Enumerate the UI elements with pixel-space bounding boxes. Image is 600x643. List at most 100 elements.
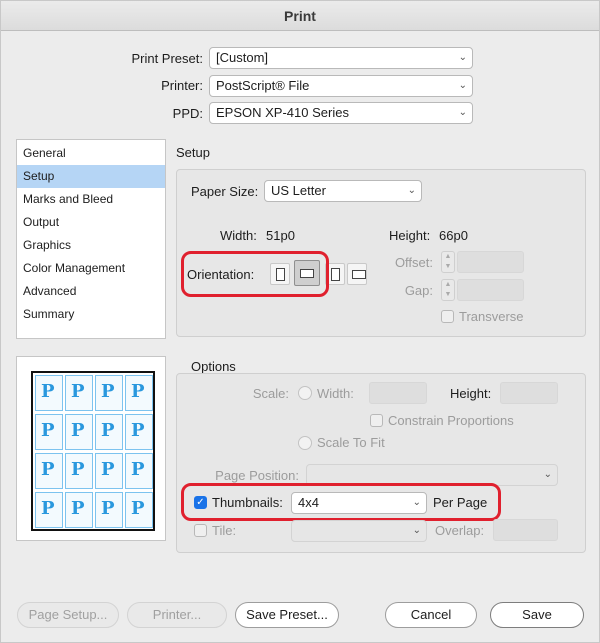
sidebar-item-advanced[interactable]: Advanced — [17, 280, 165, 303]
chevron-down-icon: ⌄ — [407, 185, 416, 196]
paper-size-label: Paper Size: — [191, 184, 259, 199]
sidebar-item-summary[interactable]: Summary — [17, 303, 165, 326]
thumbnail-glyph: P — [41, 498, 55, 519]
offset-field — [457, 251, 524, 273]
tile-select: ⌄ — [291, 520, 427, 542]
scale-width-radio — [298, 386, 312, 400]
thumbnail-glyph: P — [101, 459, 115, 480]
gap-stepper: ▲ ▼ — [441, 279, 455, 301]
chevron-down-icon: ⌄ — [458, 52, 467, 63]
chevron-down-icon: ⌄ — [543, 469, 552, 480]
ppd-select[interactable]: EPSON XP-410 Series ⌄ — [209, 102, 473, 124]
scale-width-label: Width: — [317, 386, 354, 401]
preview-thumbnail: P — [65, 453, 93, 489]
reverse-portrait-icon — [331, 268, 340, 281]
thumbnail-glyph: P — [41, 420, 55, 441]
thumbnail-glyph: P — [101, 381, 115, 402]
thumbnail-glyph: P — [131, 459, 145, 480]
print-preset-label: Print Preset: — [131, 51, 203, 66]
printer-button[interactable]: Printer... — [127, 602, 227, 628]
thumbnail-glyph: P — [41, 381, 55, 402]
paper-size-select[interactable]: US Letter ⌄ — [264, 180, 422, 202]
printer-value: PostScript® File — [216, 78, 310, 93]
preview-thumbnail: P — [35, 453, 63, 489]
options-heading: Options — [191, 359, 236, 374]
preview-thumbnail: P — [95, 375, 123, 411]
thumbnail-glyph: P — [131, 420, 145, 441]
preview-thumbnail: P — [35, 414, 63, 450]
chevron-down-icon: ⌄ — [412, 525, 421, 536]
scale-height-label: Height: — [450, 386, 492, 401]
preview-thumbnail: P — [125, 375, 153, 411]
reverse-landscape-orientation-button[interactable] — [347, 263, 367, 285]
dialog-title: Print — [1, 1, 599, 31]
thumbnail-glyph: P — [71, 459, 85, 480]
sidebar-item-setup[interactable]: Setup — [17, 165, 165, 188]
sidebar-item-color-management[interactable]: Color Management — [17, 257, 165, 280]
thumbnail-glyph: P — [131, 498, 145, 519]
thumbnail-glyph: P — [101, 420, 115, 441]
gap-label: Gap: — [404, 283, 433, 298]
thumbnail-glyph: P — [101, 498, 115, 519]
ppd-label: PPD: — [172, 106, 203, 121]
offset-label: Offset: — [394, 255, 433, 270]
paper-size-value: US Letter — [271, 183, 326, 198]
constrain-proportions-label: Constrain Proportions — [388, 413, 514, 428]
save-preset-button[interactable]: Save Preset... — [235, 602, 339, 628]
thumbnail-glyph: P — [71, 381, 85, 402]
thumbnail-glyph: P — [71, 420, 85, 441]
page-setup-button[interactable]: Page Setup... — [17, 602, 119, 628]
gap-field — [457, 279, 524, 301]
category-sidebar: General Setup Marks and Bleed Output Gra… — [16, 139, 166, 339]
thumbnail-glyph: P — [41, 459, 55, 480]
overlap-label: Overlap: — [435, 523, 485, 538]
page-position-label: Page Position: — [215, 468, 299, 483]
scale-width-field — [369, 382, 427, 404]
preview-thumbnail: P — [65, 414, 93, 450]
printer-label: Printer: — [161, 78, 203, 93]
printer-select[interactable]: PostScript® File ⌄ — [209, 75, 473, 97]
thumbnail-glyph: P — [131, 381, 145, 402]
print-preview: PPPPPPPPPPPPPPPP — [16, 356, 166, 541]
preview-thumbnail: P — [125, 453, 153, 489]
preview-thumbnail: P — [65, 375, 93, 411]
height-value: 66p0 — [439, 228, 468, 243]
cancel-button[interactable]: Cancel — [385, 602, 477, 628]
tile-label: Tile: — [212, 523, 237, 538]
transverse-checkbox — [441, 310, 454, 323]
scale-to-fit-radio — [298, 436, 312, 450]
chevron-down-icon: ⌄ — [458, 107, 467, 118]
preview-sheet: PPPPPPPPPPPPPPPP — [31, 371, 155, 531]
chevron-down-icon: ⌄ — [458, 80, 467, 91]
constrain-proportions-checkbox — [370, 414, 383, 427]
sidebar-item-output[interactable]: Output — [17, 211, 165, 234]
preview-thumbnail: P — [125, 414, 153, 450]
orientation-highlight — [181, 251, 329, 297]
print-dialog: Print Print Preset: [Custom] ⌄ Printer: … — [0, 0, 600, 643]
sidebar-item-graphics[interactable]: Graphics — [17, 234, 165, 257]
print-preset-value: [Custom] — [216, 50, 269, 65]
setup-heading: Setup — [176, 145, 210, 160]
print-preset-select[interactable]: [Custom] ⌄ — [209, 47, 473, 69]
save-button[interactable]: Save — [490, 602, 584, 628]
reverse-landscape-icon — [352, 270, 366, 279]
scale-label: Scale: — [252, 386, 289, 401]
width-label: Width: — [220, 228, 257, 243]
overlap-field — [493, 519, 558, 541]
preview-thumbnail: P — [95, 492, 123, 528]
height-label: Height: — [389, 228, 431, 243]
sidebar-item-general[interactable]: General — [17, 142, 165, 165]
offset-stepper: ▲ ▼ — [441, 251, 455, 273]
preview-thumbnail: P — [65, 492, 93, 528]
tile-checkbox — [194, 524, 207, 537]
preview-thumbnail: P — [95, 453, 123, 489]
sidebar-item-marks-and-bleed[interactable]: Marks and Bleed — [17, 188, 165, 211]
ppd-value: EPSON XP-410 Series — [216, 105, 349, 120]
width-value: 51p0 — [266, 228, 295, 243]
scale-to-fit-label: Scale To Fit — [317, 435, 385, 450]
preview-thumbnail: P — [125, 492, 153, 528]
preview-thumbnail: P — [35, 492, 63, 528]
scale-height-field — [500, 382, 558, 404]
preview-thumbnail: P — [35, 375, 63, 411]
preview-thumbnail: P — [95, 414, 123, 450]
